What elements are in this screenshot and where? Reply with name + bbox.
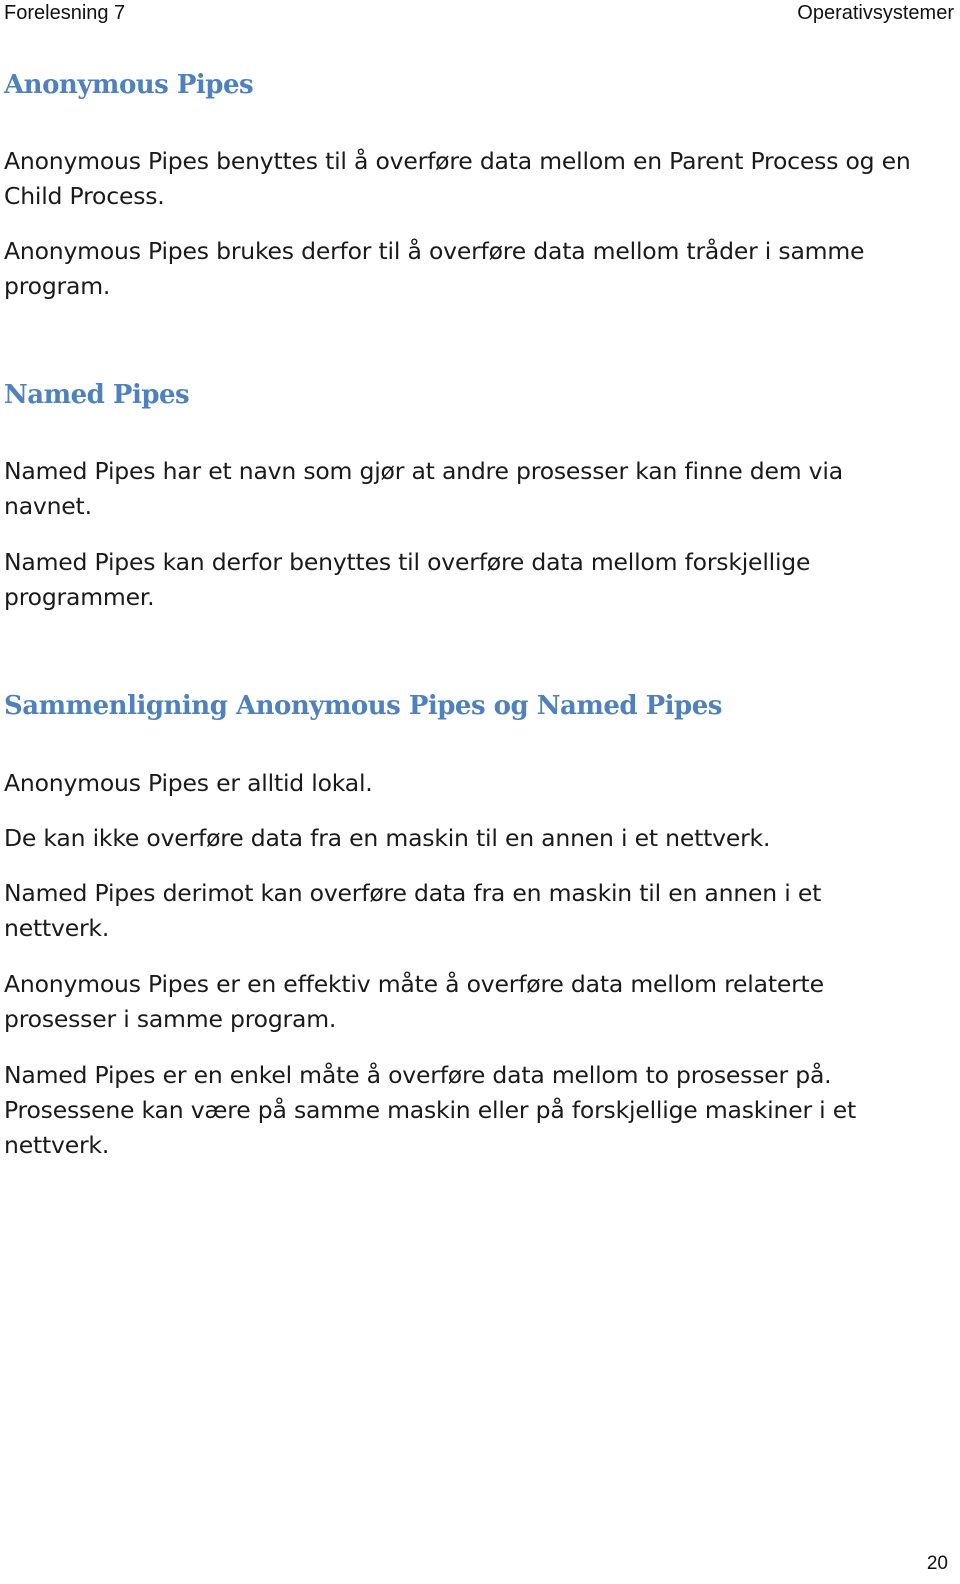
section-heading-named-pipes: Named Pipes: [4, 380, 190, 410]
section-heading-comparison: Sammenligning Anonymous Pipes og Named P…: [4, 691, 722, 721]
paragraph: Named Pipes derimot kan overføre data fr…: [4, 879, 822, 942]
paragraph: Anonymous Pipes er alltid lokal.: [4, 769, 373, 797]
paragraph: Anonymous Pipes benyttes til å overføre …: [4, 147, 911, 210]
paragraph: De kan ikke overføre data fra en maskin …: [4, 824, 771, 852]
paragraph: Named Pipes har et navn som gjør at andr…: [4, 457, 843, 520]
paragraph: Anonymous Pipes er en effektiv måte å ov…: [4, 970, 824, 1033]
header-lecture-label: Forelesning 7: [4, 2, 126, 24]
section-heading-anonymous-pipes: Anonymous Pipes: [4, 70, 254, 100]
paragraph: Anonymous Pipes brukes derfor til å over…: [4, 237, 865, 300]
paragraph: Named Pipes er en enkel måte å overføre …: [4, 1061, 857, 1159]
header-course-label: Operativsystemer: [797, 2, 954, 24]
page-number: 20: [926, 1553, 948, 1574]
paragraph: Named Pipes kan derfor benyttes til over…: [4, 548, 811, 611]
